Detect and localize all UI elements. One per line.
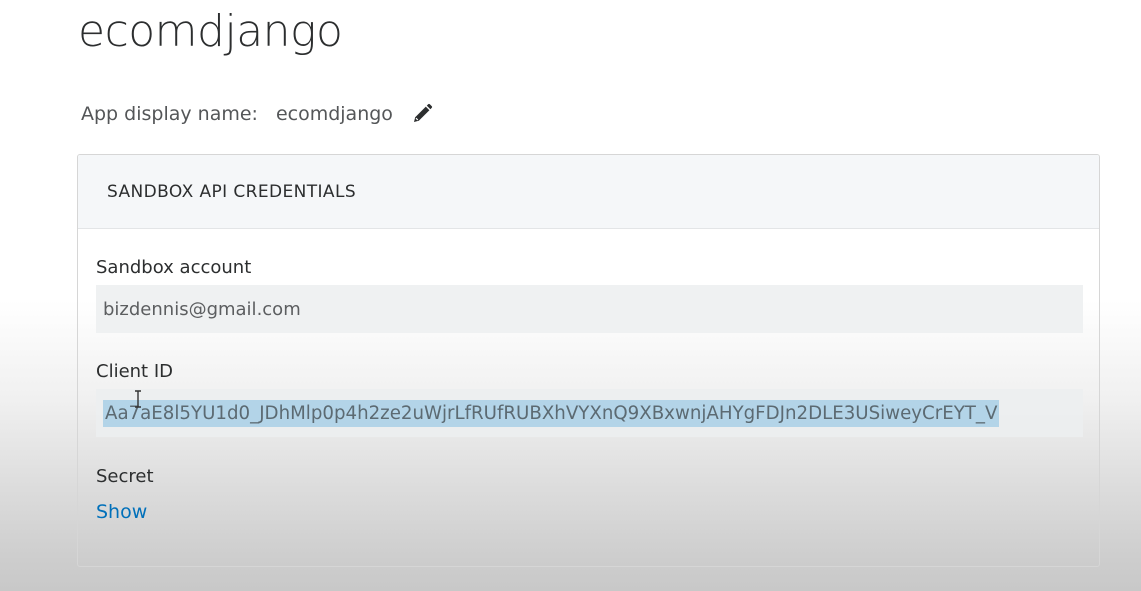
- card-header: SANDBOX API CREDENTIALS: [78, 155, 1099, 229]
- page-title: ecomdjango: [78, 6, 343, 57]
- client-id-label: Client ID: [96, 361, 174, 382]
- sandbox-account-field[interactable]: bizdennis@gmail.com: [96, 285, 1083, 333]
- show-secret-link[interactable]: Show: [96, 501, 147, 523]
- secret-label: Secret: [96, 466, 154, 487]
- sandbox-api-credentials-card: SANDBOX API CREDENTIALS Sandbox account …: [77, 154, 1100, 567]
- sandbox-account-value: bizdennis@gmail.com: [103, 298, 301, 320]
- app-display-name-label: App display name:: [81, 103, 258, 125]
- app-display-name-row: App display name: ecomdjango: [81, 100, 433, 128]
- client-id-value: Aa7aE8l5YU1d0_JDhMlp0p4h2ze2uWjrLfRUfRUB…: [103, 399, 1000, 427]
- app-display-name-value: ecomdjango: [275, 103, 393, 125]
- pencil-icon[interactable]: [411, 103, 433, 125]
- sandbox-account-label: Sandbox account: [96, 257, 252, 278]
- client-id-field[interactable]: Aa7aE8l5YU1d0_JDhMlp0p4h2ze2uWjrLfRUfRUB…: [96, 389, 1083, 437]
